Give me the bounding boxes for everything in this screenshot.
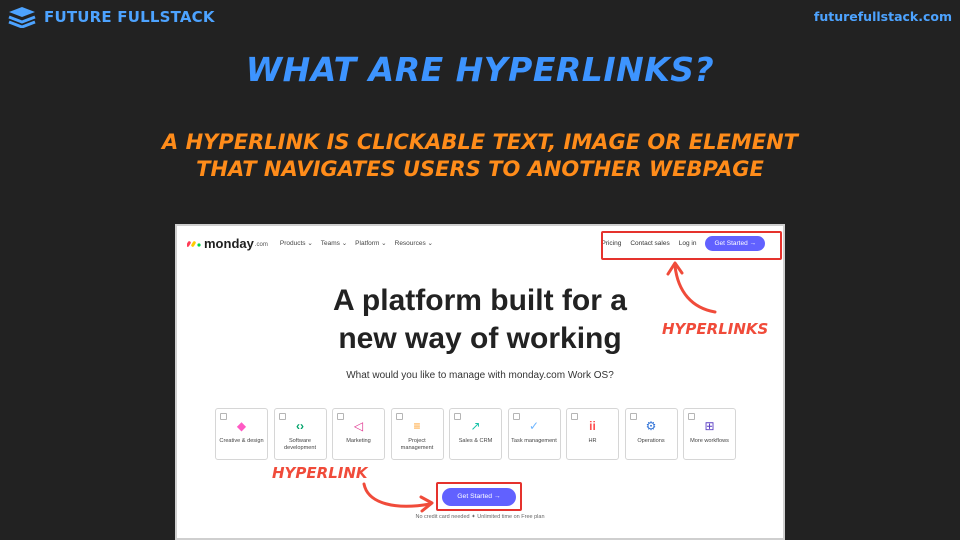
plus-box-icon: ⊞ xyxy=(704,419,715,433)
card-task[interactable]: ✓ Task management xyxy=(507,408,561,460)
login-link[interactable]: Log in xyxy=(679,240,697,247)
nav-products[interactable]: Products ⌄ xyxy=(280,239,313,247)
card-label: Task management xyxy=(511,438,557,444)
monday-logo[interactable]: monday .com xyxy=(187,236,268,251)
brand-name: FUTURE FULLSTACK xyxy=(44,8,215,26)
hyperlink-annotation: HYPERLINK xyxy=(272,464,368,482)
card-label: Project management xyxy=(400,438,434,451)
get-started-button[interactable]: Get Started → xyxy=(442,488,516,506)
hyperlink-arrow-icon xyxy=(362,482,434,513)
people-icon: ii xyxy=(589,419,596,433)
page-title: WHAT ARE HYPERLINKS? xyxy=(245,50,715,89)
nav-menu: Products ⌄ Teams ⌄ Platform ⌄ Resources … xyxy=(280,239,433,247)
card-operations[interactable]: ⚙ Operations xyxy=(624,408,678,460)
brand: FUTURE FULLSTACK xyxy=(8,6,215,28)
hyperlinks-arrow-icon xyxy=(666,261,717,314)
nav-get-started-button[interactable]: Get Started → xyxy=(705,235,765,251)
card-label: More workflows xyxy=(690,438,729,444)
signup-footnote: No credit card needed ✦ Unlimited time o… xyxy=(415,514,545,520)
card-label: Sales & CRM xyxy=(458,438,493,444)
site-url[interactable]: futurefullstack.com xyxy=(814,9,952,24)
megaphone-icon: ◁ xyxy=(353,419,364,433)
card-creative[interactable]: ◆ Creative & design xyxy=(215,408,268,460)
monday-logo-word: monday xyxy=(204,235,254,251)
nav-resources[interactable]: Resources ⌄ xyxy=(395,239,433,247)
card-marketing[interactable]: ◁ Marketing xyxy=(332,408,385,460)
site-navbar: monday .com Products ⌄ Teams ⌄ Platform … xyxy=(177,226,783,260)
nav-platform[interactable]: Platform ⌄ xyxy=(355,239,386,247)
card-label: Creative & design xyxy=(219,438,264,444)
card-label: Software development xyxy=(283,438,317,451)
nav-links-group: Pricing Contact sales Log in Get Started… xyxy=(592,232,771,254)
hero-question: What would you like to manage with monda… xyxy=(346,370,614,381)
check-icon: ✓ xyxy=(528,419,540,433)
definition-line-2: THAT NAVIGATES USERS TO ANOTHER WEBPAGE xyxy=(196,157,764,181)
monday-logo-icon xyxy=(187,241,201,247)
shapes-icon: ◆ xyxy=(236,419,247,433)
card-hr[interactable]: ii HR xyxy=(566,408,619,460)
card-label: HR xyxy=(588,438,597,444)
code-icon: ‹› xyxy=(296,419,304,433)
nav-teams[interactable]: Teams ⌄ xyxy=(321,239,347,247)
definition-line-1: A HYPERLINK IS CLICKABLE TEXT, IMAGE OR … xyxy=(162,130,798,154)
layers-logo-icon xyxy=(8,7,36,28)
card-label: Operations xyxy=(637,438,665,444)
card-label: Marketing xyxy=(346,438,371,444)
monday-logo-suffix: .com xyxy=(254,242,268,248)
pricing-link[interactable]: Pricing xyxy=(601,240,621,247)
gears-icon: ⚙ xyxy=(645,419,657,433)
trend-icon: ↗ xyxy=(470,419,481,433)
contact-sales-link[interactable]: Contact sales xyxy=(630,240,669,247)
card-sales[interactable]: ↗ Sales & CRM xyxy=(449,408,502,460)
definition-text: A HYPERLINK IS CLICKABLE TEXT, IMAGE OR … xyxy=(0,129,960,183)
gantt-icon: ≡ xyxy=(413,419,421,433)
card-software[interactable]: ‹› Software development xyxy=(273,408,327,460)
workflow-cards: ◆ Creative & design ‹› Software developmen… xyxy=(215,408,745,460)
hyperlinks-annotation: HYPERLINKS xyxy=(662,320,769,338)
card-project[interactable]: ≡ Project management xyxy=(390,408,444,460)
card-more[interactable]: ⊞ More workflows xyxy=(683,408,736,460)
